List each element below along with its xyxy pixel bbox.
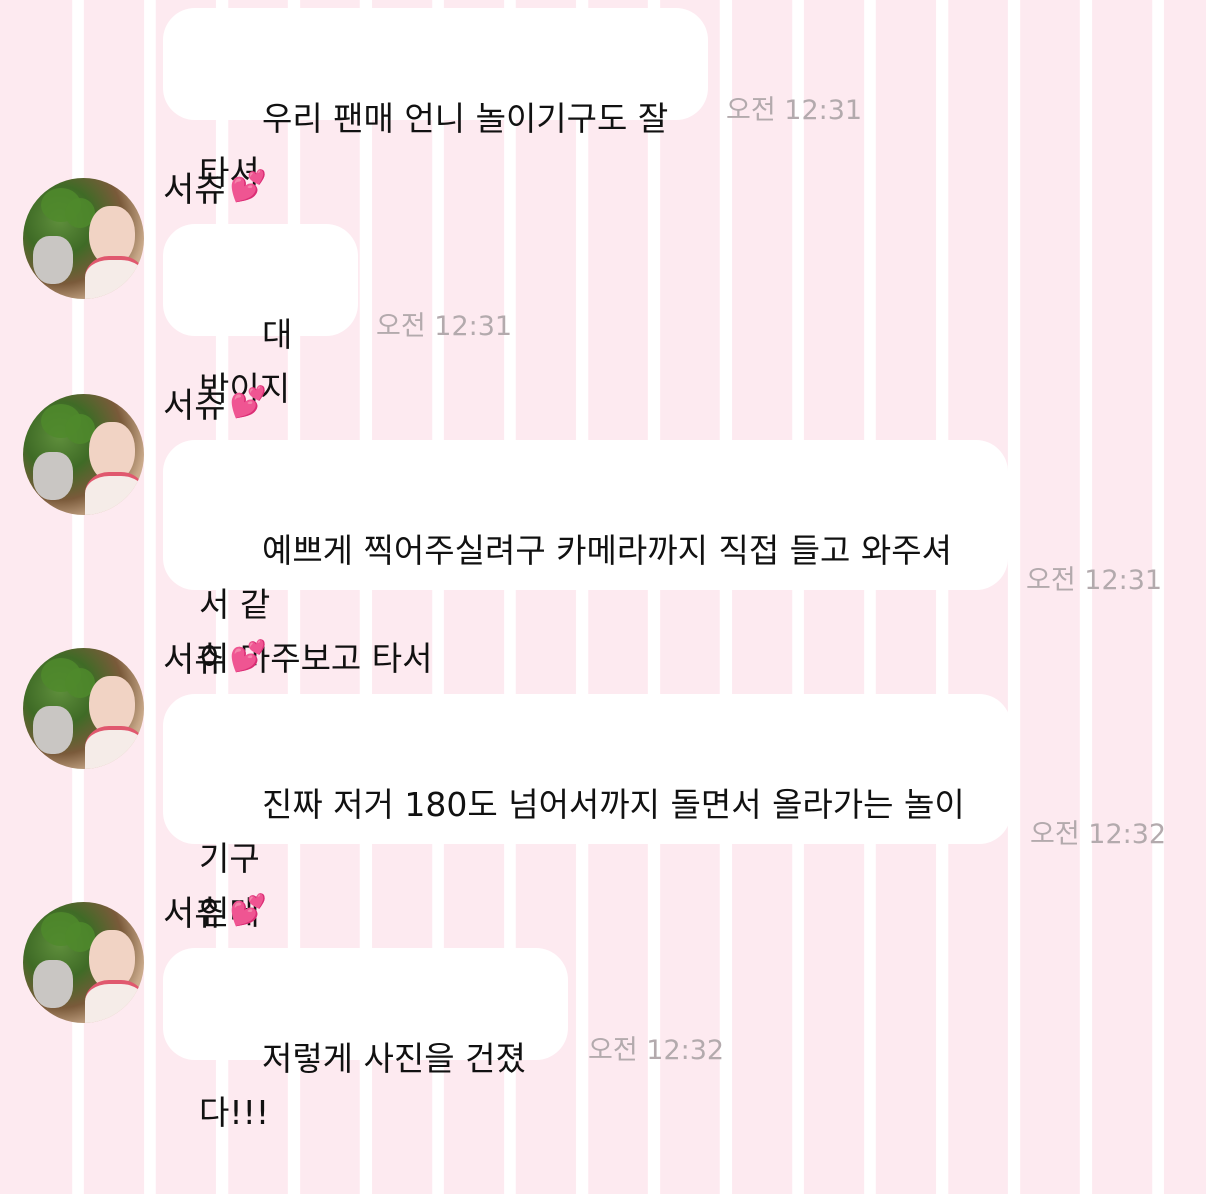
message-bubble[interactable]: 대박이지 [163, 224, 358, 408]
message-timestamp: 오전 12:31 [1026, 565, 1163, 596]
message-timestamp: 오전 12:31 [376, 311, 513, 342]
message-text: 저렇게 사진을 건졌다!!! [199, 1039, 526, 1132]
sender-name: 서츄 💕 [163, 886, 267, 934]
sender-avatar[interactable] [23, 394, 144, 515]
sender-name: 서츄 💕 [163, 632, 267, 680]
message-text: 진짜 저거 180도 넘어서까지 돌면서 올라가는 놀이기구 인데 [199, 785, 965, 932]
two-hearts-icon: 💕 [229, 168, 267, 204]
two-hearts-icon: 💕 [229, 638, 267, 674]
message-timestamp: 오전 12:32 [588, 1035, 725, 1066]
message-bubble[interactable]: 예쁘게 찍어주실려구 카메라까지 직접 들고 와주셔서 같 이 마주보고 타서 [163, 440, 1008, 678]
two-hearts-icon: 💕 [229, 892, 267, 928]
message-bubble[interactable]: 우리 팬매 언니 놀이기구도 잘타셔 [163, 8, 708, 192]
sender-avatar[interactable] [23, 648, 144, 769]
two-hearts-icon: 💕 [229, 384, 267, 420]
chat-thread[interactable]: 우리 팬매 언니 놀이기구도 잘타셔 오전 12:31 서츄 💕 대박이지 오전… [0, 0, 1206, 1132]
sender-name-text: 서츄 [163, 169, 226, 210]
sender-avatar[interactable] [23, 178, 144, 299]
message-text: 우리 팬매 언니 놀이기구도 잘타셔 [199, 99, 669, 192]
sender-name: 서츄 💕 [163, 162, 267, 210]
sender-name: 서츄 💕 [163, 378, 267, 426]
sender-name-text: 서츄 [163, 639, 226, 680]
sender-avatar[interactable] [23, 902, 144, 1023]
sender-name-text: 서츄 [163, 385, 226, 426]
message-text: 예쁘게 찍어주실려구 카메라까지 직접 들고 와주셔서 같 이 마주보고 타서 [199, 531, 952, 678]
message-bubble[interactable]: 저렇게 사진을 건졌다!!! [163, 948, 568, 1132]
message-bubble[interactable]: 진짜 저거 180도 넘어서까지 돌면서 올라가는 놀이기구 인데 [163, 694, 1011, 932]
sender-name-text: 서츄 [163, 893, 226, 934]
message-timestamp: 오전 12:32 [1030, 819, 1167, 850]
message-timestamp: 오전 12:31 [726, 95, 863, 126]
